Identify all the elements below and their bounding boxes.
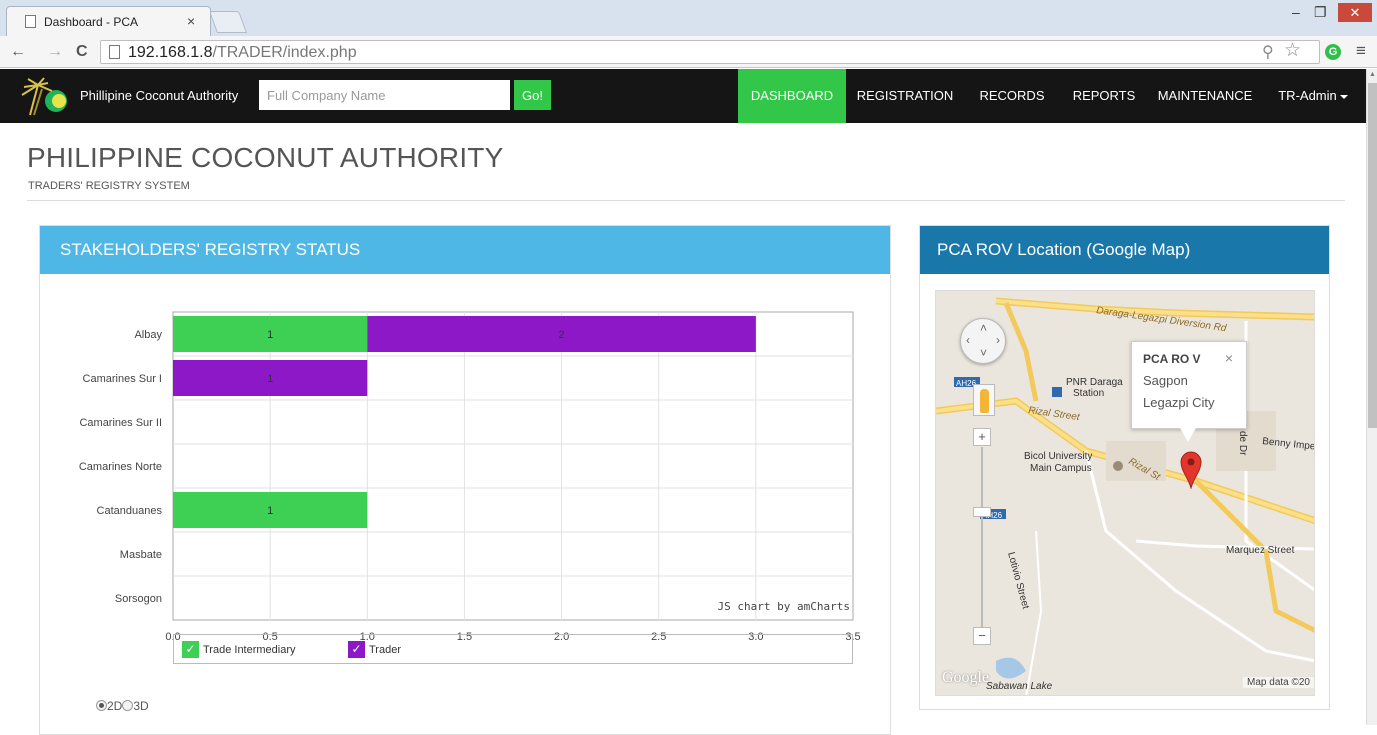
legend-item-trader[interactable]: ✓ Trader xyxy=(348,641,401,659)
nav-maintenance[interactable]: MAINTENANCE xyxy=(1148,69,1262,123)
radio-2d-label: 2D xyxy=(107,699,123,713)
forward-arrow-icon[interactable]: → xyxy=(47,43,63,61)
google-logo[interactable]: Google xyxy=(942,669,989,687)
tab-title: Dashboard - PCA xyxy=(44,15,139,29)
extension-icon[interactable]: G xyxy=(1325,44,1341,60)
zoom-slider-thumb[interactable] xyxy=(973,507,991,517)
map-attribution[interactable]: Map data ©20 xyxy=(1243,677,1314,688)
user-name: TR-Admin xyxy=(1278,88,1337,103)
bar-value-label: 1 xyxy=(267,373,273,385)
browser-tabstrip: Dashboard - PCA × – ❐ ✕ xyxy=(0,0,1377,36)
bar-value-label: 1 xyxy=(267,505,273,517)
page-title: PHILIPPINE COCONUT AUTHORITY xyxy=(27,142,504,173)
address-bar[interactable]: 192.168.1.8/TRADER/index.php xyxy=(100,40,1320,64)
page-subtitle: TRADERS' REGISTRY SYSTEM xyxy=(28,180,190,192)
google-map[interactable]: Daraga-Legazpi Diversion Rd PNR Daraga S… xyxy=(935,290,1315,696)
map-info-window: PCA RO V Sagpon Legazpi City × xyxy=(1131,341,1247,429)
pan-left-icon[interactable]: ‹ xyxy=(966,333,970,347)
category-label: Camarines Sur I xyxy=(83,373,162,385)
category-label: Catanduanes xyxy=(97,505,163,517)
pegman-figure xyxy=(980,389,989,413)
pan-up-icon[interactable]: ˄ xyxy=(980,321,987,335)
map-panel-title: PCA ROV Location (Google Map) xyxy=(920,226,1329,274)
page-favicon-icon xyxy=(25,15,36,28)
page-scrollbar[interactable]: ▲ xyxy=(1366,69,1377,725)
radio-2d[interactable] xyxy=(96,700,107,711)
map-label-station-2: Station xyxy=(1073,388,1104,399)
pca-logo-icon xyxy=(21,77,67,116)
category-label: Sorsogon xyxy=(115,593,162,605)
pan-right-icon[interactable]: › xyxy=(996,333,1000,347)
scrollbar-thumb[interactable] xyxy=(1368,83,1377,428)
nav-user-menu[interactable]: TR-Admin xyxy=(1266,69,1360,123)
chart-credit[interactable]: JS chart by amCharts xyxy=(718,600,850,613)
nav-registration[interactable]: REGISTRATION xyxy=(846,69,964,123)
window-close-icon[interactable]: ✕ xyxy=(1338,3,1372,22)
zoom-slider-track[interactable] xyxy=(981,447,983,627)
map-label-marquez: Marquez Street xyxy=(1226,545,1295,556)
category-label: Camarines Norte xyxy=(79,461,162,473)
browser-menu-icon[interactable]: ≡ xyxy=(1356,41,1366,61)
checkbox-check-icon: ✓ xyxy=(348,641,365,658)
header-divider xyxy=(27,200,1345,201)
street-view-pegman-icon[interactable] xyxy=(973,384,995,416)
legend-item-trade-intermediary[interactable]: ✓ Trade Intermediary xyxy=(182,641,296,659)
zoom-in-button[interactable]: + xyxy=(973,428,991,446)
bar-value-label: 2 xyxy=(559,329,565,341)
view-mode-toggle: 2D 3D xyxy=(96,699,149,713)
category-label: Albay xyxy=(134,329,162,341)
map-label-de-dr: de Dr xyxy=(1237,431,1248,456)
registry-status-panel: STAKEHOLDERS' REGISTRY STATUS 1 2 1 1 Albay… xyxy=(39,225,891,735)
brand-name[interactable]: Phillipine Coconut Authority xyxy=(80,88,238,103)
registry-status-chart: 1 2 1 1 Albay Camarines Sur I Camarines Sur I… xyxy=(79,311,861,643)
bar-value-label: 1 xyxy=(267,329,273,341)
checkbox-check-icon: ✓ xyxy=(182,641,199,658)
minimize-icon[interactable]: – xyxy=(1292,4,1300,20)
company-search-input[interactable] xyxy=(259,80,510,110)
nav-reports[interactable]: REPORTS xyxy=(1060,69,1148,123)
info-window-line1: Sagpon xyxy=(1143,373,1188,388)
nav-dashboard[interactable]: DASHBOARD xyxy=(738,69,846,123)
page-icon xyxy=(109,45,120,59)
new-tab-button[interactable] xyxy=(208,11,248,33)
chart-legend: ✓ Trade Intermediary ✓ Trader xyxy=(173,634,853,664)
legend-label: Trader xyxy=(369,644,401,656)
university-icon xyxy=(1113,461,1123,471)
map-pin-icon[interactable] xyxy=(1180,451,1202,489)
radio-3d[interactable] xyxy=(122,700,134,711)
info-window-pointer xyxy=(1180,428,1196,442)
url-text: 192.168.1.8/TRADER/index.php xyxy=(128,44,357,61)
restore-icon[interactable]: ❐ xyxy=(1314,4,1327,21)
reload-icon[interactable]: C xyxy=(76,43,88,61)
map-pan-control[interactable]: ˄ ˅ ‹ › xyxy=(960,318,1006,364)
info-window-line2: Legazpi City xyxy=(1143,395,1215,410)
pan-down-icon[interactable]: ˅ xyxy=(980,346,987,360)
go-button[interactable]: Go! xyxy=(514,80,551,110)
info-window-close-icon[interactable]: × xyxy=(1225,350,1233,366)
bookmark-star-icon[interactable]: ☆ xyxy=(1284,39,1301,62)
plot-area xyxy=(172,311,854,621)
zoom-out-button[interactable]: − xyxy=(973,627,991,645)
legend-label: Trade Intermediary xyxy=(203,644,296,656)
caret-down-icon xyxy=(1339,94,1348,99)
back-arrow-icon[interactable]: ← xyxy=(10,43,26,61)
browser-tab[interactable]: Dashboard - PCA × xyxy=(6,6,211,36)
scroll-up-arrow-icon[interactable]: ▲ xyxy=(1369,71,1376,78)
browser-toolbar: ← → C 192.168.1.8/TRADER/index.php ⚲ ☆ G… xyxy=(0,36,1377,68)
app-navbar: Phillipine Coconut Authority Go! DASHBOA… xyxy=(0,69,1366,123)
registry-status-title: STAKEHOLDERS' REGISTRY STATUS xyxy=(40,226,890,274)
category-label: Camarines Sur II xyxy=(79,417,162,429)
category-label: Masbate xyxy=(120,549,162,561)
nav-records[interactable]: RECORDS xyxy=(964,69,1060,123)
train-station-icon xyxy=(1052,387,1062,397)
tab-close-icon[interactable]: × xyxy=(187,13,195,29)
key-icon[interactable]: ⚲ xyxy=(1262,42,1274,62)
map-panel: PCA ROV Location (Google Map) Daraga-Leg… xyxy=(919,225,1330,710)
map-label-university-2: Main Campus xyxy=(1030,463,1092,474)
map-label-university: Bicol University xyxy=(1024,451,1092,462)
radio-3d-label: 3D xyxy=(133,699,149,713)
map-label-station: PNR Daraga xyxy=(1066,377,1123,388)
map-label-sabawan: Sabawan Lake xyxy=(986,681,1053,692)
